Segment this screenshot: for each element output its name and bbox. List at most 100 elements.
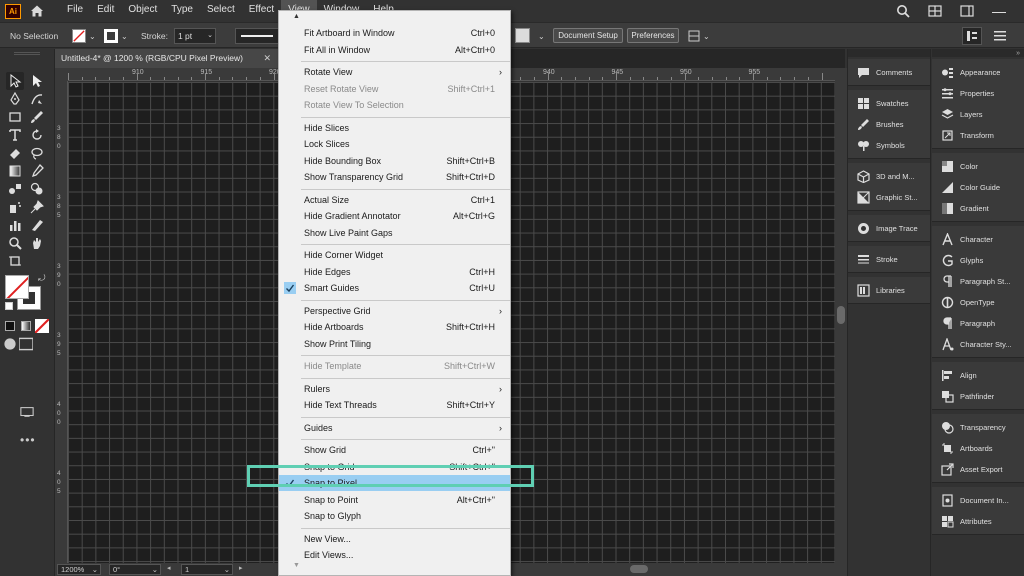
panel-artboards[interactable]: Artboards <box>932 438 1024 459</box>
ruler-origin[interactable] <box>55 68 68 81</box>
menu-item-snap-to-point[interactable]: Snap to Point Alt+Ctrl+" <box>279 492 510 508</box>
menu-object[interactable]: Object <box>121 0 164 22</box>
stroke-weight-input[interactable]: 1 pt ⌄ <box>173 28 216 44</box>
panel-appearance[interactable]: Appearance <box>932 62 1024 83</box>
close-icon[interactable]: ✕ <box>263 49 271 68</box>
panel-align[interactable]: Align <box>932 365 1024 386</box>
panel-opentype[interactable]: OpenType <box>932 292 1024 313</box>
zoom-level-field[interactable]: 1200% ⌄ <box>57 564 101 575</box>
screen-mode-icon[interactable] <box>19 337 33 351</box>
panel-stroke[interactable]: Stroke <box>848 249 930 270</box>
panel-graphic-st[interactable]: Graphic St... <box>848 187 930 208</box>
menu-item-show-transparency-grid[interactable]: Show Transparency Grid Shift+Ctrl+D <box>279 169 510 185</box>
color-mode-icon[interactable] <box>3 319 17 333</box>
panel-symbols[interactable]: Symbols <box>848 135 930 156</box>
edit-toolbar-icon[interactable]: ••• <box>20 433 36 447</box>
graphic-style-swatch[interactable] <box>515 28 530 43</box>
panel-layers[interactable]: Layers <box>932 104 1024 125</box>
drawing-mode-icon[interactable] <box>3 337 17 351</box>
document-tab[interactable]: Untitled-4* @ 1200 % (RGB/CPU Pixel Prev… <box>55 49 278 68</box>
menu-item-perspective-grid[interactable]: Perspective Grid › <box>279 303 510 319</box>
rotation-field[interactable]: 0° ⌄ <box>109 564 161 575</box>
menu-item-fit-artboard-in-window[interactable]: Fit Artboard in Window Ctrl+0 <box>279 25 510 41</box>
paintbrush-tool-icon[interactable] <box>28 108 46 126</box>
default-colors-icon[interactable] <box>5 302 13 310</box>
artboard-tool-icon[interactable] <box>6 252 24 270</box>
menu-item-hide-bounding-box[interactable]: Hide Bounding Box Shift+Ctrl+B <box>279 153 510 169</box>
panel-dock-grip[interactable]: » <box>932 49 1024 57</box>
chevron-down-icon[interactable]: ⌄ <box>535 23 546 49</box>
panel-dock-grip[interactable] <box>848 49 930 57</box>
chevron-down-icon[interactable]: ⌄ <box>89 32 97 41</box>
panel-toggle-control[interactable] <box>962 23 982 49</box>
panel-attributes[interactable]: Attributes <box>932 511 1024 532</box>
menu-type[interactable]: Type <box>164 0 200 22</box>
chevron-down-icon[interactable]: ⌄ <box>152 565 158 574</box>
lasso-tool-icon[interactable] <box>28 144 46 162</box>
menu-select[interactable]: Select <box>200 0 242 22</box>
menu-item-hide-corner-widget[interactable]: Hide Corner Widget <box>279 247 510 263</box>
symbol-sprayer-tool-icon[interactable] <box>6 198 24 216</box>
menu-item-guides[interactable]: Guides › <box>279 420 510 436</box>
menu-edit[interactable]: Edit <box>90 0 121 22</box>
panel-brushes[interactable]: Brushes <box>848 114 930 135</box>
panel-swatches[interactable]: Swatches <box>848 93 930 114</box>
menu-item-show-grid[interactable]: Show Grid Ctrl+" <box>279 442 510 458</box>
panel-paragraph[interactable]: Paragraph <box>932 313 1024 334</box>
menu-item-actual-size[interactable]: Actual Size Ctrl+1 <box>279 192 510 208</box>
menu-item-edit-views[interactable]: Edit Views... <box>279 547 510 563</box>
menu-item-rulers[interactable]: Rulers › <box>279 381 510 397</box>
properties-toggle-button[interactable] <box>962 27 982 45</box>
fill-stroke-widget[interactable]: ⤾ <box>5 273 46 311</box>
panel-paragraph-st[interactable]: Paragraph St... <box>932 271 1024 292</box>
document-setup-button[interactable]: Document Setup <box>553 28 623 43</box>
panel-color[interactable]: Color <box>932 156 1024 177</box>
panel-asset-export[interactable]: Asset Export <box>932 459 1024 480</box>
eyedropper-tool-icon[interactable] <box>28 162 46 180</box>
minimize-icon[interactable] <box>992 11 1006 13</box>
vertical-ruler[interactable]: 3 8 0 3 8 5 3 9 0 3 9 5 4 0 0 4 0 5 <box>55 81 68 563</box>
chevron-down-icon[interactable]: ⌄ <box>121 32 129 41</box>
type-tool-icon[interactable] <box>6 126 24 144</box>
menu-item-snap-to-grid[interactable]: Snap to Grid Shift+Ctrl+" <box>279 459 510 475</box>
curvature-tool-icon[interactable] <box>28 90 46 108</box>
gradient-tool-icon[interactable] <box>6 162 24 180</box>
menu-item-show-print-tiling[interactable]: Show Print Tiling <box>279 336 510 352</box>
next-artboard-icon[interactable]: ▸ <box>239 564 243 572</box>
slice-tool-icon[interactable] <box>28 216 46 234</box>
stroke-profile-dropdown[interactable] <box>235 28 279 44</box>
stroke-color-control[interactable]: ⌄ <box>104 23 129 49</box>
panel-transform[interactable]: Transform <box>932 125 1024 146</box>
menu-effect[interactable]: Effect <box>242 0 281 22</box>
menu-scroll-down-icon[interactable]: ▼ <box>293 562 300 569</box>
toolbar-grip[interactable] <box>14 52 40 55</box>
eraser-tool-icon[interactable] <box>6 144 24 162</box>
collapse-panels-icon[interactable]: » <box>1016 50 1020 57</box>
panel-pathfinder[interactable]: Pathfinder <box>932 386 1024 407</box>
menu-item-new-view[interactable]: New View... <box>279 531 510 547</box>
vertical-scroll-thumb[interactable] <box>837 306 845 324</box>
hamburger-menu-icon[interactable] <box>994 23 1006 49</box>
panel-properties[interactable]: Properties <box>932 83 1024 104</box>
panel-character-sty[interactable]: Character Sty... <box>932 334 1024 355</box>
chevron-down-icon[interactable]: ⌄ <box>207 29 213 43</box>
menu-item-rotate-view[interactable]: Rotate View › <box>279 64 510 80</box>
rectangle-tool-icon[interactable] <box>6 108 24 126</box>
menu-item-hide-artboards[interactable]: Hide Artboards Shift+Ctrl+H <box>279 319 510 335</box>
horizontal-scroll-thumb[interactable] <box>630 565 648 573</box>
zoom-tool-icon[interactable] <box>6 234 24 252</box>
search-icon[interactable] <box>896 4 910 18</box>
chevron-down-icon[interactable]: ⌄ <box>224 565 230 574</box>
stroke-swatch[interactable] <box>104 29 118 43</box>
panel-comments[interactable]: Comments <box>848 62 930 83</box>
menu-file[interactable]: File <box>60 0 90 22</box>
workspace-switcher-icon[interactable] <box>960 4 974 18</box>
rotate-tool-icon[interactable] <box>28 126 46 144</box>
fill-color-box[interactable] <box>5 275 29 299</box>
panel-character[interactable]: Character <box>932 229 1024 250</box>
menu-item-hide-text-threads[interactable]: Hide Text Threads Shift+Ctrl+Y <box>279 397 510 413</box>
swap-fill-stroke-icon[interactable]: ⤾ <box>38 273 46 284</box>
arrange-documents-icon[interactable] <box>928 4 942 18</box>
fill-none-swatch[interactable] <box>72 29 86 43</box>
arrange-icon[interactable] <box>688 30 700 42</box>
